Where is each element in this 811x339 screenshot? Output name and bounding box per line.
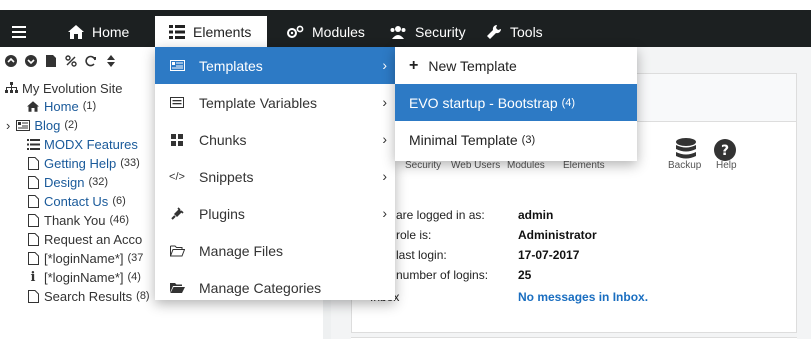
role-value: Administrator xyxy=(518,228,597,242)
chevron-right-icon: › xyxy=(382,94,387,110)
hamburger-icon xyxy=(12,25,26,38)
expand-tree-icon[interactable] xyxy=(4,54,18,68)
tree-node-login-name-info[interactable]: i [*loginName*] (4) xyxy=(26,268,141,286)
document-icon xyxy=(26,156,40,170)
menu-item-manage-categories[interactable]: Manage Categories xyxy=(155,269,395,306)
number-of-logins-label: number of logins: xyxy=(396,268,489,282)
code-icon: </> xyxy=(169,170,185,183)
menu-item-evo-startup-bootstrap[interactable]: EVO startup - Bootstrap (4) xyxy=(395,84,637,121)
collapse-tree-icon[interactable] xyxy=(24,54,38,68)
tree-node-design[interactable]: Design (32) xyxy=(26,173,108,191)
blog-list-icon xyxy=(16,119,31,131)
th-large-icon xyxy=(169,133,185,146)
svg-text:?: ? xyxy=(721,143,729,159)
document-icon xyxy=(26,175,40,189)
nav-modules-label: Modules xyxy=(312,23,365,40)
chevron-right-icon: › xyxy=(382,205,387,221)
tree-node-modx-features[interactable]: MODX Features xyxy=(26,135,142,153)
tree-node-contact-us[interactable]: Contact Us (6) xyxy=(26,192,126,210)
nav-tools[interactable]: Tools xyxy=(486,16,543,47)
tree-node-login-name[interactable]: [*loginName*] (37 xyxy=(26,249,143,267)
folder-icon xyxy=(169,282,185,294)
templates-submenu: + New Template EVO startup - Bootstrap (… xyxy=(395,47,637,161)
tree-toolbar xyxy=(0,47,155,75)
document-icon xyxy=(26,289,40,303)
document-icon xyxy=(26,194,40,208)
tree-node-request-account[interactable]: Request an Acco xyxy=(26,230,146,248)
tool-label-security[interactable]: Security xyxy=(405,160,441,171)
tool-label-elements[interactable]: Elements xyxy=(563,160,605,171)
grid-list-icon xyxy=(169,24,185,39)
document-icon xyxy=(26,232,40,246)
folder-open-icon xyxy=(169,245,185,257)
cogs-icon xyxy=(286,25,304,39)
tree-node-getting-help[interactable]: Getting Help (33) xyxy=(26,154,140,172)
tool-label-backup[interactable]: Backup xyxy=(668,160,701,171)
nav-tools-label: Tools xyxy=(510,23,543,40)
home-icon xyxy=(26,100,40,112)
weblink-icon[interactable] xyxy=(64,54,78,68)
wrench-icon xyxy=(486,24,502,40)
tool-label-web-users[interactable]: Web Users xyxy=(451,160,500,171)
nav-home-label: Home xyxy=(92,23,130,40)
last-login-label: last login: xyxy=(396,248,447,262)
logged-in-as-label: are logged in as: xyxy=(396,208,485,222)
nav-home[interactable]: Home xyxy=(68,16,129,47)
menu-item-snippets[interactable]: </> Snippets › xyxy=(155,158,395,195)
tree-node-thank-you[interactable]: Thank You (46) xyxy=(26,211,129,229)
logged-in-as-value: admin xyxy=(518,208,554,222)
plug-icon xyxy=(169,207,185,220)
menu-item-chunks[interactable]: Chunks › xyxy=(155,121,395,158)
nav-security[interactable]: Security xyxy=(389,16,466,47)
menu-item-plugins[interactable]: Plugins › xyxy=(155,195,395,232)
nav-elements[interactable]: Elements xyxy=(155,16,267,47)
users-icon xyxy=(389,25,407,39)
hamburger-menu-button[interactable] xyxy=(12,16,34,47)
tool-label-modules[interactable]: Modules xyxy=(507,160,545,171)
inbox-link[interactable]: No messages in Inbox. xyxy=(518,290,648,304)
menu-item-template-variables[interactable]: Template Variables › xyxy=(155,84,395,121)
role-label: role is: xyxy=(396,228,432,242)
sitemap-icon xyxy=(4,82,18,94)
tree-root[interactable]: My Evolution Site xyxy=(4,79,122,97)
home-icon xyxy=(68,24,84,39)
tool-label-help[interactable]: Help xyxy=(716,160,737,171)
menu-item-manage-files[interactable]: Manage Files xyxy=(155,232,395,269)
plus-icon: + xyxy=(409,56,419,74)
list-icon xyxy=(26,138,40,150)
menu-item-minimal-template[interactable]: Minimal Template (3) xyxy=(395,121,637,158)
list-alt-icon xyxy=(169,97,185,108)
chevron-right-icon: › xyxy=(382,168,387,184)
template-icon xyxy=(169,60,185,71)
top-rule xyxy=(0,0,811,10)
elements-dropdown-menu: Templates › Template Variables › Chunks … xyxy=(155,47,395,300)
document-icon xyxy=(26,213,40,227)
nav-security-label: Security xyxy=(415,23,466,40)
chevron-right-icon: › xyxy=(382,57,387,73)
top-navigation-bar: Home Elements Modules Security Tools xyxy=(0,0,811,47)
tree-node-search-results[interactable]: Search Results (8) xyxy=(26,287,150,305)
menu-item-new-template[interactable]: + New Template xyxy=(395,47,637,84)
refresh-icon[interactable] xyxy=(84,54,98,68)
menu-item-templates[interactable]: Templates › xyxy=(155,47,395,84)
new-document-icon[interactable] xyxy=(44,54,58,68)
sort-icon[interactable] xyxy=(104,54,118,68)
number-of-logins-value: 25 xyxy=(518,268,532,282)
document-icon xyxy=(26,251,40,265)
site-name: My Evolution Site xyxy=(22,80,123,96)
chevron-right-icon[interactable]: › xyxy=(6,118,10,133)
last-login-value: 17-07-2017 xyxy=(518,248,580,262)
info-icon: i xyxy=(30,269,36,285)
chevron-right-icon: › xyxy=(382,131,387,147)
nav-modules[interactable]: Modules xyxy=(286,16,365,47)
tree-node-blog[interactable]: › Blog (2) xyxy=(6,116,78,134)
nav-elements-label: Elements xyxy=(193,23,252,40)
tree-node-home[interactable]: Home (1) xyxy=(26,97,96,115)
